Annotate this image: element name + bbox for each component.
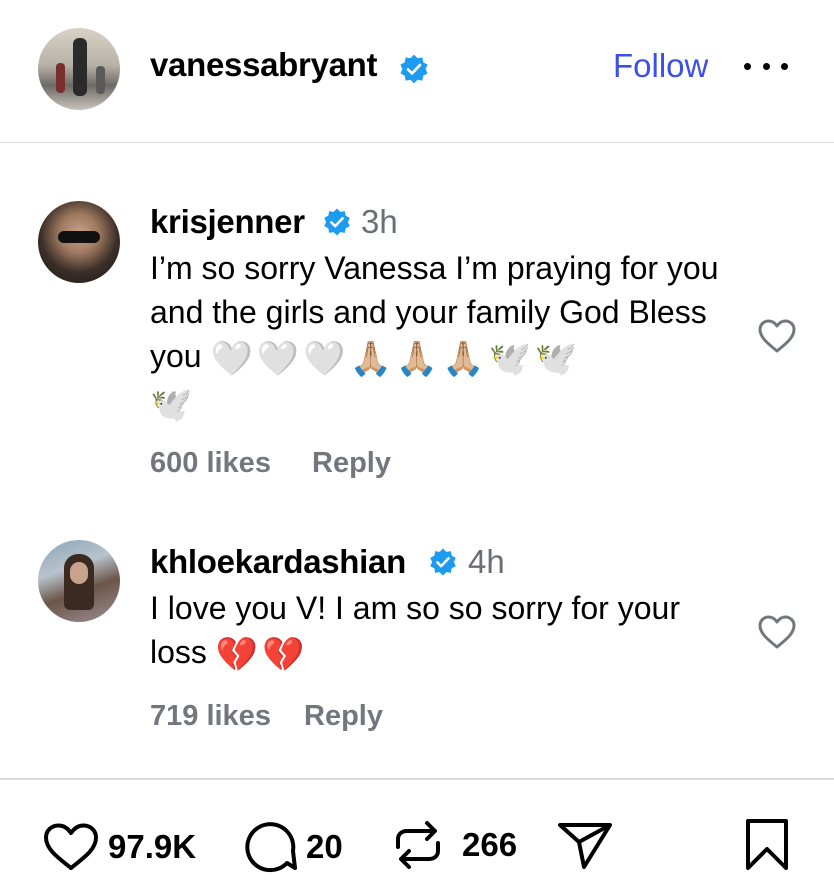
verified-badge-icon	[324, 208, 350, 236]
author-username[interactable]: vanessabryant	[150, 46, 378, 84]
share-icon[interactable]	[556, 820, 614, 872]
emoji: 🤍	[256, 339, 300, 378]
comment-count: 20	[306, 828, 343, 865]
emoji: 🕊️	[534, 339, 578, 378]
divider	[0, 778, 834, 780]
emoji: 💔	[215, 635, 259, 674]
emoji: 💔	[262, 635, 305, 674]
like-button[interactable]: 97.9K	[42, 822, 196, 872]
verified-badge-icon	[400, 54, 428, 84]
emoji: 🙏🏼	[442, 339, 485, 378]
comment-text: I love you V! I am so so sorry for your …	[150, 586, 730, 677]
reply-button[interactable]: Reply	[312, 447, 391, 480]
repost-count: 266	[462, 826, 518, 863]
comment-button[interactable]: 20	[242, 819, 343, 875]
post-header: vanessabryant Follow	[0, 0, 834, 143]
comment-text: I’m so sorry Vanessa I’m praying for you…	[150, 246, 740, 427]
like-comment-heart-icon[interactable]	[757, 614, 797, 650]
more-options-icon[interactable]	[744, 56, 788, 76]
bookmark-icon[interactable]	[744, 818, 790, 872]
comment-timestamp: 4h	[468, 543, 505, 580]
repost-icon	[396, 821, 440, 869]
follow-button[interactable]: Follow	[613, 47, 708, 85]
commenter-username[interactable]: khloekardashian	[150, 543, 406, 581]
heart-icon	[44, 823, 98, 870]
like-count: 97.9K	[108, 828, 197, 865]
emoji: 🕊️	[488, 339, 531, 378]
emoji: 🙏🏼	[395, 339, 439, 378]
emoji: 🙏🏼	[349, 339, 392, 378]
emoji: 🕊️	[150, 386, 193, 425]
comment-timestamp: 3h	[361, 203, 398, 240]
repost-button[interactable]: 266	[390, 817, 517, 873]
commenter-avatar[interactable]	[38, 201, 120, 283]
reply-button[interactable]: Reply	[304, 700, 383, 733]
emoji: 🤍	[303, 339, 346, 378]
comment-icon	[245, 822, 297, 873]
author-avatar[interactable]	[38, 28, 120, 110]
commenter-username[interactable]: krisjenner	[150, 203, 305, 241]
emoji: 🤍	[210, 339, 253, 378]
like-comment-heart-icon[interactable]	[757, 318, 797, 354]
comment-likes[interactable]: 600 likes	[150, 447, 271, 480]
commenter-avatar[interactable]	[38, 540, 120, 622]
verified-badge-icon	[430, 548, 456, 576]
comment-likes[interactable]: 719 likes	[150, 700, 271, 733]
